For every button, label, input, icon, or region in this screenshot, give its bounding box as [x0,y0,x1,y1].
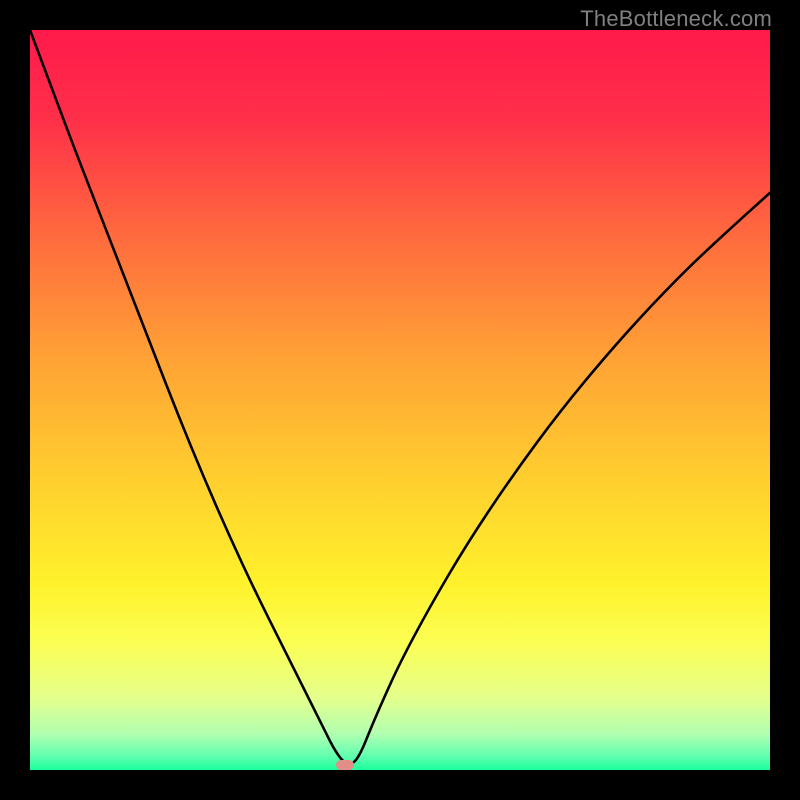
optimal-point-marker [336,760,354,770]
chart-frame: TheBottleneck.com [0,0,800,800]
bottleneck-curve [30,30,770,770]
plot-area [30,30,770,770]
watermark-text: TheBottleneck.com [580,6,772,32]
